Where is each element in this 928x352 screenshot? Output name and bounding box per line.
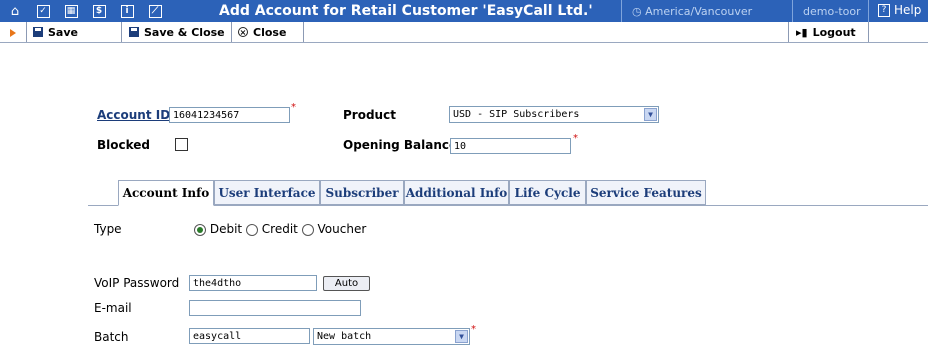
opening-balance-input[interactable]: 10	[450, 138, 571, 154]
tab-account-info[interactable]: Account Info	[118, 180, 214, 206]
play-arrow-icon[interactable]	[10, 29, 16, 37]
toolbar-divider	[231, 22, 232, 42]
calculator-icon[interactable]: ▦	[62, 2, 80, 20]
email-input[interactable]	[189, 300, 361, 316]
toolbar-divider	[26, 22, 27, 42]
batch-input[interactable]: easycall	[189, 328, 310, 344]
blocked-checkbox[interactable]	[175, 138, 188, 151]
save-label: Save	[48, 25, 78, 39]
close-icon: ×	[238, 27, 248, 37]
type-credit-label: Credit	[261, 222, 298, 236]
close-label: Close	[253, 25, 287, 39]
tab-subscriber[interactable]: Subscriber	[320, 180, 404, 205]
type-radio-group: Debit Credit Voucher	[194, 222, 366, 236]
tab-life-cycle[interactable]: Life Cycle	[509, 180, 586, 205]
tabs-baseline	[88, 205, 928, 206]
logout-icon: ▸▮	[796, 25, 808, 39]
blocked-label: Blocked	[97, 138, 151, 152]
close-button[interactable]: × Close	[238, 22, 286, 42]
account-id-label[interactable]: Account ID	[97, 108, 170, 122]
logout-label: Logout	[812, 25, 856, 39]
timezone-label: America/Vancouver	[645, 5, 753, 18]
auto-button[interactable]: Auto	[323, 276, 370, 291]
tab-additional-info[interactable]: Additional Info	[404, 180, 509, 205]
product-select[interactable]: USD - SIP Subscribers ▼	[449, 106, 659, 123]
type-voucher-label: Voucher	[317, 222, 367, 236]
required-marker: *	[291, 102, 296, 113]
batch-label: Batch	[94, 330, 129, 344]
voip-password-input[interactable]: the4dtho	[189, 275, 317, 291]
product-label: Product	[343, 108, 396, 122]
batch-select[interactable]: New batch ▼	[313, 328, 470, 345]
batch-select-value: New batch	[317, 331, 372, 342]
chevron-down-icon: ▼	[644, 108, 657, 121]
voip-password-label: VoIP Password	[94, 276, 180, 290]
required-marker: *	[573, 133, 578, 144]
help-label: Help	[894, 3, 922, 17]
type-voucher-radio[interactable]	[301, 223, 314, 236]
save-close-button[interactable]: Save & Close	[129, 22, 225, 42]
tab-user-interface[interactable]: User Interface	[214, 180, 320, 205]
clock-icon: ◷	[632, 5, 642, 18]
type-credit-radio[interactable]	[245, 223, 258, 236]
required-marker: *	[471, 324, 476, 335]
tab-service-features[interactable]: Service Features	[586, 180, 706, 205]
info-icon[interactable]: i	[118, 2, 136, 20]
product-select-value: USD - SIP Subscribers	[453, 109, 580, 120]
logout-button[interactable]: ▸▮ Logout	[796, 22, 856, 42]
page-title: Add Account for Retail Customer 'EasyCal…	[219, 3, 593, 19]
toolbar-divider	[303, 22, 304, 42]
home-icon[interactable]: ⌂	[6, 2, 24, 20]
type-debit-label: Debit	[209, 222, 243, 236]
header-divider	[621, 0, 622, 22]
user-link[interactable]: demo-toor	[803, 5, 861, 18]
type-debit-radio[interactable]	[194, 223, 206, 236]
floppy-icon	[129, 27, 139, 37]
toolbar-divider	[868, 22, 869, 42]
toolbar-divider	[788, 22, 789, 42]
chevron-down-icon: ▼	[455, 330, 468, 343]
type-label: Type	[94, 222, 122, 236]
dollar-icon[interactable]: $	[90, 2, 108, 20]
header-divider	[792, 0, 793, 22]
help-icon: ?	[878, 3, 890, 17]
checkbox-icon[interactable]: ✓	[34, 2, 52, 20]
header-divider	[868, 0, 869, 22]
account-id-input[interactable]: 16041234567	[169, 107, 290, 123]
chart-icon[interactable]: ⟋	[146, 2, 164, 20]
save-button[interactable]: Save	[33, 22, 78, 42]
save-close-label: Save & Close	[144, 25, 225, 39]
timezone-link[interactable]: ◷ America/Vancouver	[632, 5, 752, 18]
opening-balance-label: Opening Balance	[343, 138, 458, 152]
email-label: E-mail	[94, 301, 132, 315]
toolbar-divider	[121, 22, 122, 42]
floppy-icon	[33, 27, 43, 37]
help-link[interactable]: ? Help	[878, 3, 921, 17]
